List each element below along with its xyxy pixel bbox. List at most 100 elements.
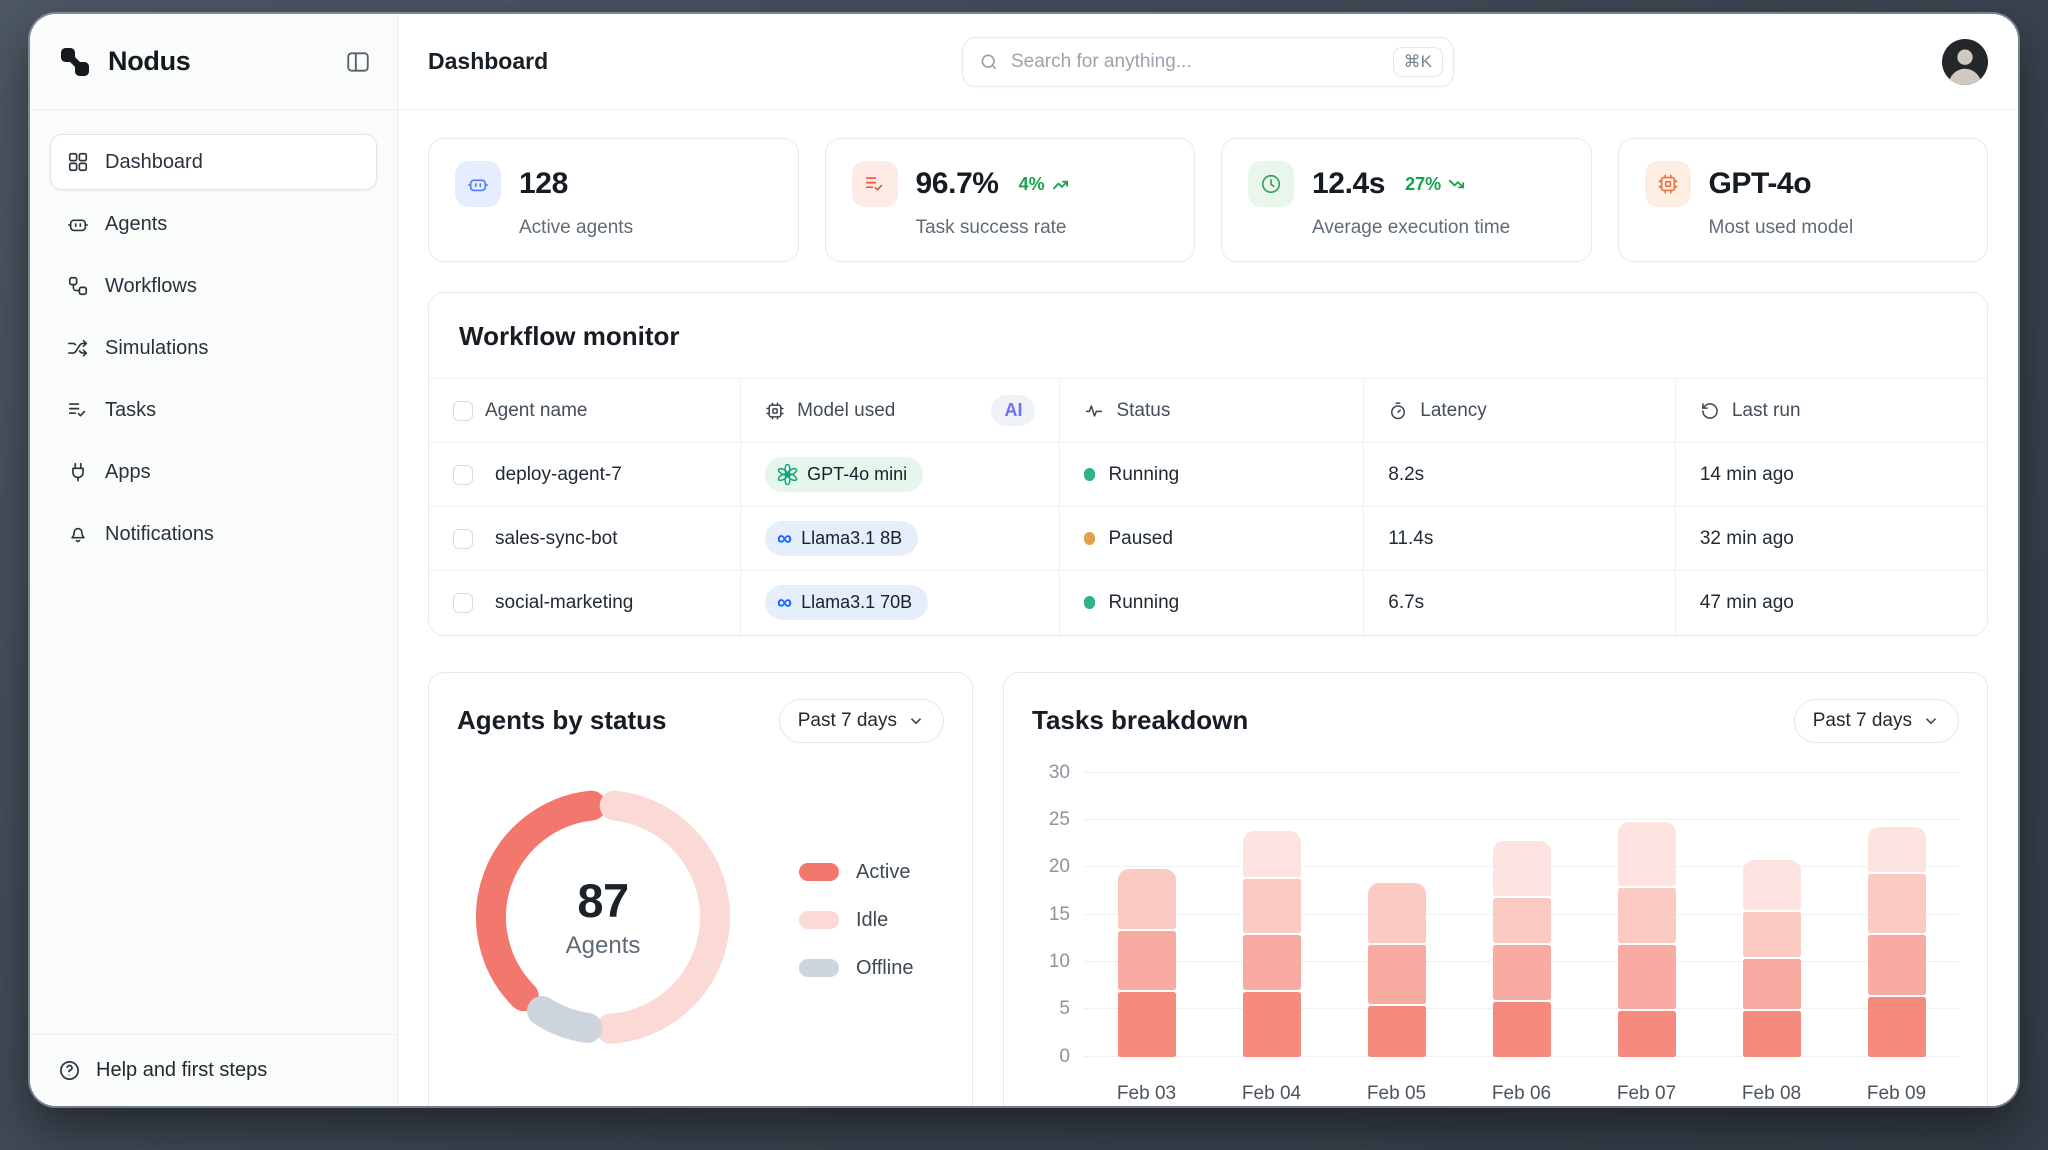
y-axis-tick: 30 [1048,761,1070,783]
agents-range-select[interactable]: Past 7 days [778,698,944,743]
dashboard-content: 128 Active agents 96.7% 4% Task success r… [398,110,2018,1106]
latency-value: 6.7s [1363,570,1676,635]
row-checkbox[interactable] [453,592,473,613]
sidebar-item-tasks[interactable]: Tasks [50,382,377,438]
tasks-range-select[interactable]: Past 7 days [1793,698,1959,743]
app-window: Nodus Dashboard Agents Workflows Simulat… [30,14,2018,1106]
bar-segment-segment-1 [1742,1011,1801,1057]
search-icon [979,52,999,72]
workflow-monitor-card: Workflow monitor Agent name Model used AI… [428,292,1988,636]
search-input[interactable] [1011,50,1381,73]
sidebar: Nodus Dashboard Agents Workflows Simulat… [30,14,398,1106]
sidebar-item-label: Apps [105,460,151,483]
bar-feb-06 [1492,840,1551,1057]
stat-value: 12.4s [1312,167,1386,200]
column-header-model-used: Model used AI [740,378,1060,443]
bar-segment-segment-2 [1867,935,1926,995]
x-axis-label: Feb 08 [1741,1082,1802,1104]
user-avatar[interactable] [1942,38,1988,85]
bar-segment-segment-2 [1242,935,1301,991]
bar-segment-segment-1 [1117,992,1176,1057]
legend-item-idle: Idle [799,909,913,932]
model-badge: ∞ Llama3.1 8B [765,521,919,556]
agents-by-status-title: Agents by status [457,705,667,735]
history-icon [1700,401,1720,421]
sidebar-item-label: Workflows [105,274,197,297]
sidebar-item-label: Agents [105,212,168,235]
status-label: Running [1108,463,1180,485]
x-axis-label: Feb 09 [1866,1082,1927,1104]
latency-value: 8.2s [1363,442,1676,507]
bar-segment-segment-4 [1867,826,1926,872]
model-badge: GPT-4o mini [765,457,924,492]
workflow-monitor-title: Workflow monitor [459,321,680,351]
bar-feb-07 [1617,821,1676,1057]
agent-name: social-marketing [495,591,634,613]
list-check-icon [67,399,89,421]
last-run-value: 14 min ago [1674,442,1987,507]
sidebar-item-simulations[interactable]: Simulations [50,320,377,376]
bar-segment-segment-3 [1242,878,1301,934]
sidebar-item-agents[interactable]: Agents [50,196,377,252]
agents-count-label: Agents [565,932,641,959]
bar-segment-segment-2 [1117,930,1176,991]
agents-donut-wrap: 87 Agents Active Idle Offline [457,777,944,1057]
sidebar-item-dashboard[interactable]: Dashboard [50,134,377,190]
tasks-breakdown-title: Tasks breakdown [1032,705,1249,735]
agent-name: deploy-agent-7 [495,463,622,485]
search-bar[interactable]: ⌘K [962,36,1454,87]
bar-segment-segment-3 [1742,911,1801,958]
model-badge: ∞ Llama3.1 70B [765,585,929,621]
legend-item-active: Active [799,861,913,884]
plug-icon [67,461,89,483]
legend-swatch [799,863,839,881]
bar-segment-segment-2 [1617,944,1676,1010]
timer-icon [1388,401,1408,421]
row-checkbox[interactable] [453,464,473,485]
sidebar-item-label: Tasks [105,398,157,421]
sidebar-item-apps[interactable]: Apps [50,444,377,500]
row-checkbox[interactable] [453,528,473,549]
sidebar-nav: Dashboard Agents Workflows Simulations T… [30,110,397,562]
meta-logo-icon: ∞ [777,527,793,550]
ai-filter-badge[interactable]: AI [991,395,1036,426]
clock-icon [1248,161,1294,207]
x-axis-label: Feb 03 [1116,1082,1177,1104]
app-name: Nodus [108,46,191,76]
sidebar-toggle-icon[interactable] [345,49,371,75]
workflow-table: Agent name Model used AI Status Latency L… [429,378,1987,635]
sidebar-item-workflows[interactable]: Workflows [50,258,377,314]
tasks-breakdown-card: Tasks breakdown Past 7 days 0 5 10 15 20 25 30… [1003,671,1988,1106]
y-axis-tick: 0 [1059,1045,1070,1067]
meta-logo-icon: ∞ [777,591,793,615]
agents-donut-chart: 87 Agents [463,777,743,1057]
legend-label: Active [856,860,911,883]
stat-value: GPT-4o [1708,167,1812,200]
column-header-last-run: Last run [1674,378,1987,443]
legend-label: Offline [856,956,914,979]
bar-feb-03 [1117,869,1176,1057]
donut-legend: Active Idle Offline [799,861,913,1057]
chevron-down-icon [907,712,925,730]
bar-segment-segment-1 [1867,996,1926,1057]
stat-card-active-agents: 128 Active agents [428,138,799,262]
legend-swatch [799,959,839,977]
y-axis-tick: 15 [1048,903,1070,925]
stat-card-task-success-rate: 96.7% 4% Task success rate [824,138,1195,262]
sidebar-header: Nodus [30,14,397,110]
nodus-logo-icon [58,45,92,79]
bar-feb-08 [1742,859,1801,1057]
stat-value: 128 [519,167,568,200]
search-shortcut-badge: ⌘K [1392,46,1443,77]
bar-segment-segment-4 [1492,840,1551,896]
sidebar-item-notifications[interactable]: Notifications [50,506,377,562]
bar-segment-segment-3 [1367,883,1426,943]
y-axis-tick: 5 [1059,998,1070,1020]
bar-feb-09 [1867,826,1926,1057]
agents-by-status-card: Agents by status Past 7 days 87 Agents A… [428,671,973,1106]
y-axis-tick: 20 [1048,856,1070,878]
column-header-latency: Latency [1363,378,1676,443]
sidebar-item-help[interactable]: Help and first steps [58,1059,369,1082]
list-check-icon [851,161,898,207]
select-all-checkbox[interactable] [453,400,473,421]
